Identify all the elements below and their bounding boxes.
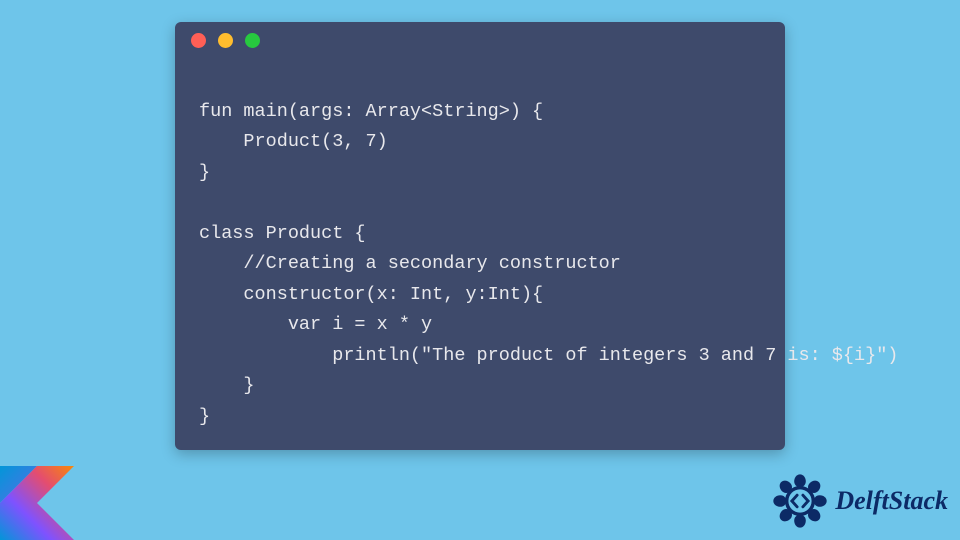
code-line: }	[199, 375, 255, 396]
kotlin-logo-icon	[0, 466, 74, 540]
code-line: println("The product of integers 3 and 7…	[199, 345, 898, 366]
window-titlebar	[175, 22, 785, 58]
close-icon[interactable]	[191, 33, 206, 48]
code-line: var i = x * y	[199, 314, 432, 335]
code-line: class Product {	[199, 223, 366, 244]
code-line: Product(3, 7)	[199, 131, 388, 152]
code-line: }	[199, 406, 210, 427]
delftstack-wordmark: DelftStack	[835, 486, 948, 516]
code-line: //Creating a secondary constructor	[199, 253, 621, 274]
code-line: constructor(x: Int, y:Int){	[199, 284, 543, 305]
code-line: }	[199, 162, 210, 183]
gear-icon	[771, 472, 829, 530]
code-window: fun main(args: Array<String>) { Product(…	[175, 22, 785, 450]
minimize-icon[interactable]	[218, 33, 233, 48]
maximize-icon[interactable]	[245, 33, 260, 48]
code-line: fun main(args: Array<String>) {	[199, 101, 543, 122]
delftstack-logo: DelftStack	[771, 472, 948, 530]
code-block: fun main(args: Array<String>) { Product(…	[175, 58, 785, 448]
